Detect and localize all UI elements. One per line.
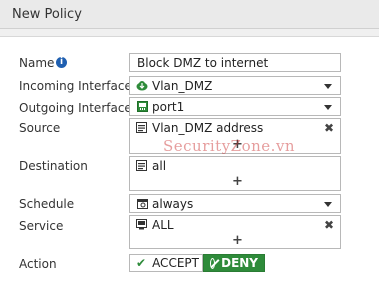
info-icon[interactable]: i [56,57,67,68]
outgoing-interface-label: Outgoing Interface [19,101,132,115]
destination-field[interactable]: all + [129,156,341,191]
cloud-icon [136,80,148,94]
service-value: ALL [152,218,174,232]
add-service-icon[interactable]: + [232,234,243,247]
name-input-value: Block DMZ to internet [137,56,269,70]
watermark: SecurityZone.vn [163,137,296,155]
incoming-interface-value: Vlan_DMZ [152,79,213,93]
accept-button[interactable]: ✔ ACCEPT [129,254,203,272]
name-label: Name [19,56,55,70]
remove-icon[interactable]: ✖ [324,219,334,231]
dialog-title: New Policy [12,7,82,22]
chevron-down-icon [324,84,332,89]
outgoing-interface-select[interactable]: port1 [129,97,341,116]
incoming-interface-select[interactable]: Vlan_DMZ [129,76,341,95]
service-field[interactable]: ALL ✖ + [129,215,341,249]
address-icon [136,122,147,136]
calendar-icon [137,198,148,212]
check-icon: ✔ [136,256,147,270]
incoming-interface-label: Incoming Interface [19,79,132,93]
dialog-header: New Policy [0,0,379,29]
chevron-down-icon [324,202,332,207]
action-label: Action [19,257,57,271]
source-value: Vlan_DMZ address [152,121,264,135]
deny-button[interactable]: DENY [203,254,265,272]
destination-value: all [152,159,167,173]
accept-label: ACCEPT [152,256,199,270]
remove-icon[interactable]: ✖ [324,122,334,134]
add-destination-icon[interactable]: + [232,175,243,188]
destination-label: Destination [19,159,88,173]
service-icon [136,219,147,233]
deny-label: DENY [221,256,258,270]
schedule-select[interactable]: always [129,194,341,213]
name-input[interactable]: Block DMZ to internet [129,53,341,72]
address-icon [136,160,147,174]
port-icon [137,101,148,115]
chevron-down-icon [324,105,332,110]
schedule-label: Schedule [19,197,75,211]
source-label: Source [19,121,61,135]
schedule-value: always [152,197,194,211]
service-label: Service [19,219,64,233]
deny-icon [210,257,220,269]
outgoing-interface-value: port1 [152,100,185,114]
